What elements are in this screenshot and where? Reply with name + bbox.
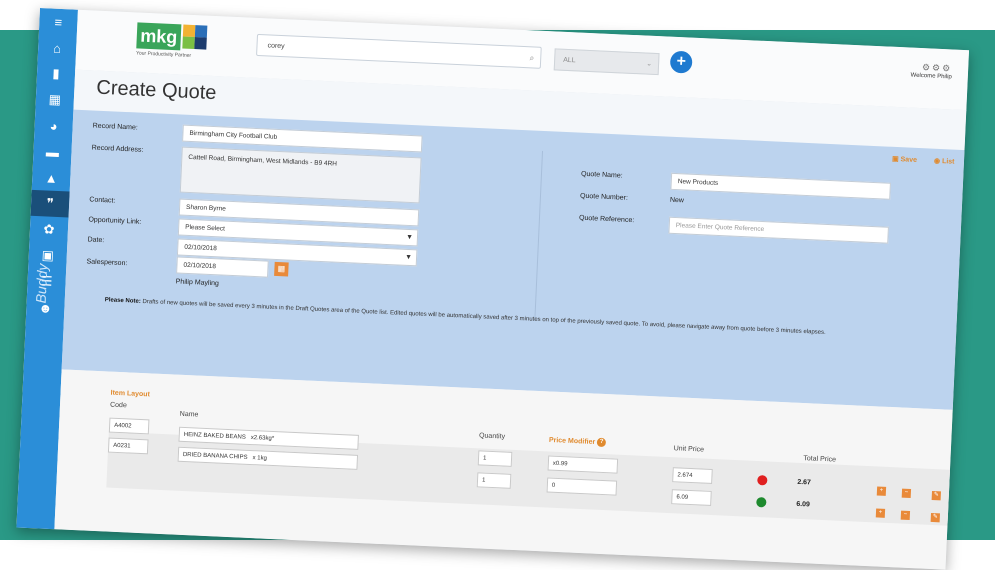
logo-square-green	[182, 36, 195, 50]
header-name: Name	[179, 410, 199, 419]
calendar-icon[interactable]: ▦	[274, 261, 289, 277]
row-name-text: HEINZ BAKED BEANS	[183, 431, 246, 441]
chevron-down-icon: ⌄	[646, 60, 653, 68]
chevron-down-icon: ▼	[405, 233, 414, 242]
save-label: Save	[900, 156, 918, 164]
row-size: x 1kg	[252, 455, 267, 462]
note-text: Drafts of new quotes will be saved every…	[142, 298, 826, 336]
help-icon[interactable]: ?	[596, 437, 607, 448]
list-button[interactable]: ◉ List	[934, 157, 955, 166]
search-value: corey	[267, 42, 285, 51]
comment-icon[interactable]: ✎	[931, 490, 942, 501]
row-total: 6.09	[796, 500, 811, 509]
row-code[interactable]: A4002	[108, 417, 150, 435]
price-modifier-label: Price Modifier	[548, 436, 596, 446]
date-value: 02/10/2018	[184, 243, 217, 253]
row-code[interactable]: A0231	[107, 437, 149, 455]
note-prefix: Please Note:	[104, 297, 141, 305]
chevron-down-icon: ▼	[404, 253, 413, 262]
home-icon[interactable]: ⌂	[38, 34, 77, 62]
header-code: Code	[109, 401, 127, 410]
filter-value: ALL	[563, 56, 576, 65]
quote-number-label: Quote Number:	[579, 192, 628, 202]
delete-line-icon[interactable]: −	[901, 488, 912, 499]
comment-icon[interactable]: ✎	[930, 512, 941, 523]
line-rows-background	[106, 431, 968, 527]
row-modifier[interactable]: 0	[546, 477, 618, 496]
save-button[interactable]: ▣ Save	[892, 155, 917, 164]
filter-select[interactable]: ALL ⌄	[553, 48, 660, 76]
logo[interactable]: mkg Your Productivity Partner	[136, 22, 209, 59]
add-button[interactable]: +	[669, 50, 693, 74]
add-line-icon[interactable]: +	[875, 508, 886, 518]
delete-line-icon[interactable]: −	[900, 510, 911, 520]
menu-icon[interactable]: ≡	[39, 8, 78, 36]
form-divider	[534, 150, 544, 321]
quote-name-field[interactable]: New Products	[670, 172, 891, 200]
document-icon[interactable]: ▮	[36, 60, 75, 88]
date-input[interactable]: 02/10/2018	[176, 256, 269, 278]
record-address-field[interactable]: Cattell Road, Birmingham, West Midlands …	[179, 146, 422, 204]
row-name-text: DRIED BANANA CHIPS	[182, 451, 248, 461]
logo-square-blue	[194, 25, 208, 38]
row-unit-price[interactable]: 6.09	[671, 489, 712, 506]
logo-tagline: Your Productivity Partner	[135, 50, 192, 59]
row-unit-price[interactable]: 2.674	[672, 467, 713, 484]
quote-form: Record Name: Birmingham City Football Cl…	[61, 109, 965, 410]
contact-label: Contact:	[89, 196, 116, 205]
app-window: ≡ ⌂ ▮ ▦ ◕ ▬ ▲ ❞ ✿ ▣ ☰ ☻ Buddy mkg Your P…	[16, 8, 970, 570]
logo-square-yellow	[182, 24, 196, 38]
search-icon[interactable]: ⌕	[529, 47, 535, 69]
quote-reference-label: Quote Reference:	[578, 214, 635, 225]
eye-icon: ◉	[933, 157, 941, 165]
calendar-icon[interactable]: ▦	[35, 86, 74, 114]
header-price-modifier: Price Modifier ?	[549, 436, 607, 448]
header-quantity: Quantity	[478, 432, 506, 441]
briefcase-icon[interactable]: ▬	[33, 138, 72, 166]
quote-icon[interactable]: ❞	[30, 189, 70, 218]
row-total: 2.67	[797, 478, 812, 487]
date-label: Date:	[87, 236, 105, 245]
flask-icon[interactable]: ▲	[32, 164, 71, 192]
save-icon: ▣	[891, 155, 899, 164]
header-total-price: Total Price	[803, 455, 837, 464]
salesperson-value: Philip Mayling	[175, 278, 220, 288]
user-area: ⚙⚙⚙ Welcome Philip	[910, 62, 952, 81]
row-quantity[interactable]: 1	[477, 450, 513, 467]
welcome-text: Welcome Philip	[910, 72, 952, 81]
opportunity-label: Opportunity Link:	[88, 216, 142, 226]
row-quantity[interactable]: 1	[476, 472, 512, 489]
row-size: x2.63kg*	[250, 435, 275, 443]
item-layout-title[interactable]: Item Layout	[110, 390, 150, 399]
logo-square-navy	[194, 37, 207, 50]
record-address-label: Record Address:	[91, 144, 144, 154]
add-line-icon[interactable]: +	[876, 486, 887, 496]
quote-name-label: Quote Name:	[580, 170, 623, 180]
pie-chart-icon[interactable]: ◕	[34, 112, 73, 140]
search-input[interactable]: corey ⌕	[256, 33, 542, 69]
list-label: List	[941, 158, 955, 166]
quote-number-value: New	[669, 196, 685, 205]
brand-vertical-label: Buddy	[32, 263, 51, 304]
header-unit-price: Unit Price	[673, 445, 705, 454]
handshake-icon[interactable]: ✿	[29, 216, 68, 244]
quote-reference-field[interactable]: Please Enter Quote Reference	[668, 216, 889, 244]
logo-text: mkg	[136, 22, 182, 51]
opportunity-value: Please Select	[185, 223, 226, 233]
row-modifier[interactable]: x0.99	[547, 455, 619, 474]
salesperson-label: Salesperson:	[86, 258, 128, 268]
page-title: Create Quote	[95, 76, 217, 105]
record-name-label: Record Name:	[92, 122, 138, 132]
